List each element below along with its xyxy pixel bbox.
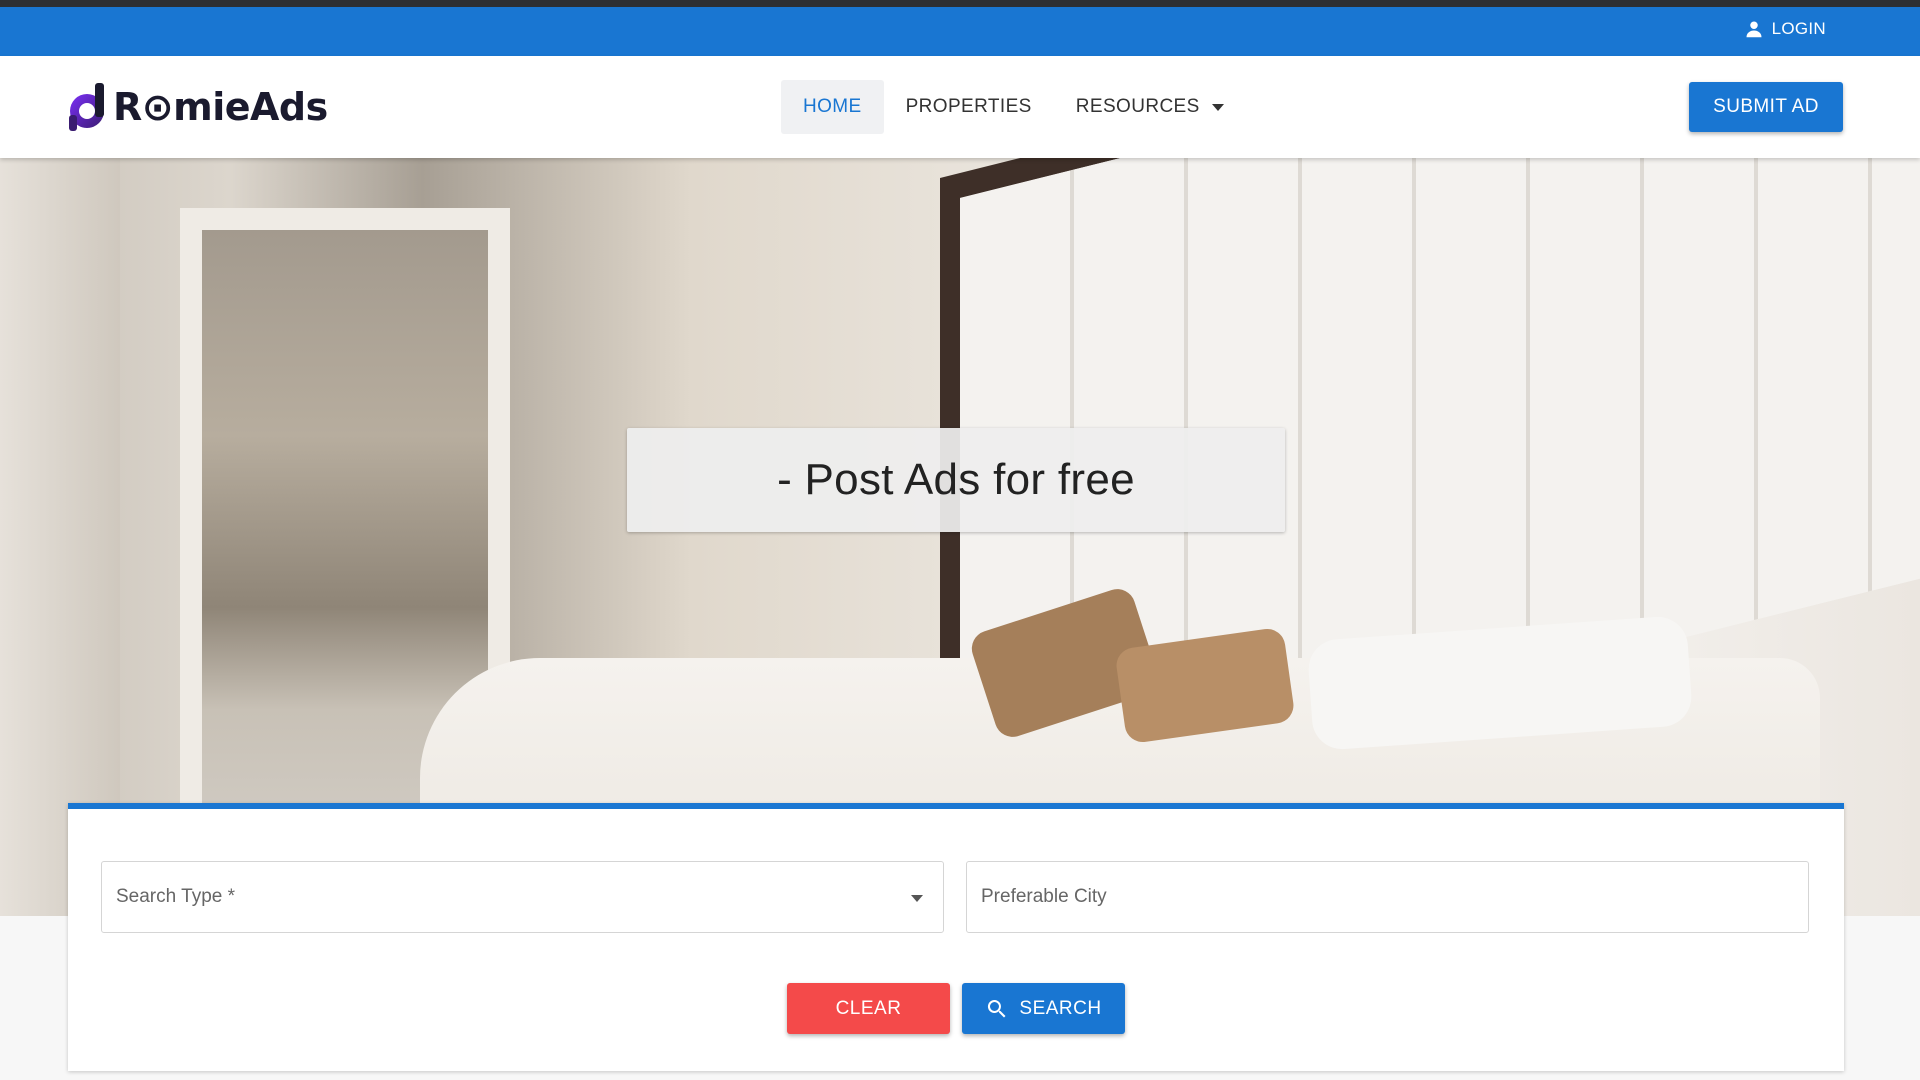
main-navbar: R⊙mieAds HOME PROPERTIES RESOURCES SUBMI… <box>0 56 1920 158</box>
clear-button[interactable]: CLEAR <box>787 983 950 1034</box>
person-icon <box>1746 21 1762 38</box>
login-link[interactable]: LOGIN <box>1745 19 1826 39</box>
search-button[interactable]: SEARCH <box>962 983 1125 1034</box>
search-label: SEARCH <box>1019 997 1102 1019</box>
logo-mark-icon <box>69 83 104 131</box>
nav-resources[interactable]: RESOURCES <box>1054 80 1246 134</box>
top-bar: LOGIN <box>0 7 1920 56</box>
search-icon <box>988 999 1006 1017</box>
search-type-select[interactable]: Search Type * <box>101 861 944 933</box>
caret-down-icon <box>1211 103 1224 111</box>
search-type-label: Search Type * <box>116 886 236 907</box>
hero-tagline-box: - Post Ads for free <box>627 428 1285 532</box>
top-strip <box>0 0 1920 7</box>
brand-logo[interactable]: R⊙mieAds <box>67 80 328 134</box>
brand-name: R⊙mieAds <box>113 85 328 129</box>
submit-ad-button[interactable]: SUBMIT AD <box>1689 82 1843 132</box>
preferable-city-input[interactable] <box>981 886 1808 908</box>
nav-resources-label: RESOURCES <box>1075 96 1200 117</box>
search-card: Search Type * CLEAR SEARCH <box>68 803 1844 1071</box>
nav-properties-label: PROPERTIES <box>905 96 1032 117</box>
preferable-city-field[interactable] <box>966 861 1809 933</box>
nav-home-label: HOME <box>803 96 862 117</box>
clear-label: CLEAR <box>835 997 902 1019</box>
login-label: LOGIN <box>1771 19 1826 38</box>
nav-properties[interactable]: PROPERTIES <box>884 80 1054 134</box>
nav-home[interactable]: HOME <box>781 80 884 134</box>
primary-nav: HOME PROPERTIES RESOURCES <box>781 80 1246 134</box>
dropdown-caret-icon <box>911 895 923 902</box>
hero-tagline: - Post Ads for free <box>777 455 1135 504</box>
